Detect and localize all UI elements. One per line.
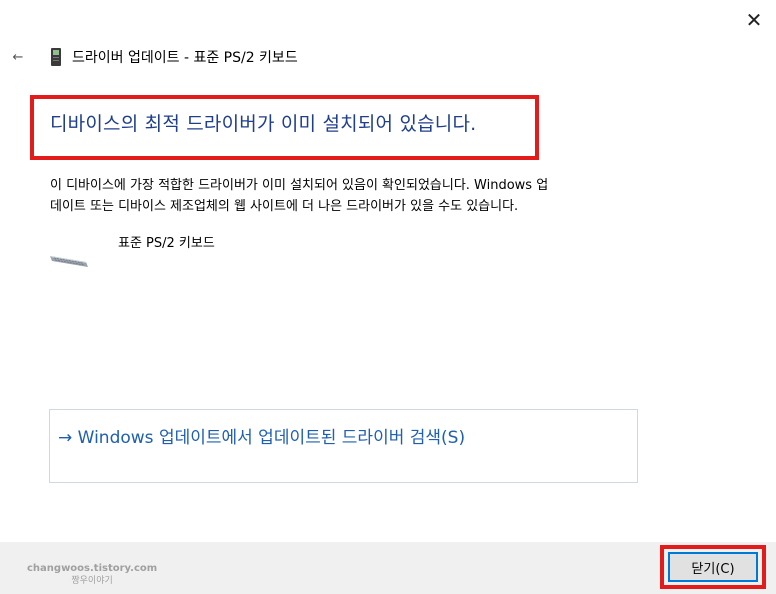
description-line-2: 데이트 또는 디바이스 제조업체의 웹 사이트에 더 나은 드라이버가 있을 수…	[50, 199, 519, 214]
window-close-button[interactable]: ✕	[736, 4, 772, 36]
windows-update-search-option[interactable]: → Windows 업데이트에서 업데이트된 드라이버 검색(S)	[49, 409, 638, 483]
windows-update-search-link[interactable]: → Windows 업데이트에서 업데이트된 드라이버 검색(S)	[58, 425, 465, 451]
close-dialog-button[interactable]: 닫기(C)	[668, 552, 758, 582]
watermark-name: 짱우이야기	[71, 576, 113, 586]
keyboard-icon	[50, 256, 88, 267]
window-title: 드라이버 업데이트 - 표준 PS/2 키보드	[72, 50, 298, 66]
description-line-1: 이 디바이스에 가장 적합한 드라이버가 이미 설치되어 있음이 확인되었습니다…	[50, 178, 549, 193]
back-arrow-icon: ←	[12, 49, 24, 65]
device-name: 표준 PS/2 키보드	[118, 236, 215, 251]
back-button[interactable]: ←	[8, 46, 28, 68]
close-icon: ✕	[745, 8, 763, 32]
description-text: 이 디바이스에 가장 적합한 드라이버가 이미 설치되어 있음이 확인되었습니다…	[50, 175, 660, 217]
watermark: changwoos.tistory.com 짱우이야기	[27, 563, 157, 587]
device-icon	[51, 48, 61, 66]
watermark-url: changwoos.tistory.com	[27, 563, 158, 574]
page-heading: 디바이스의 최적 드라이버가 이미 설치되어 있습니다.	[50, 113, 477, 135]
